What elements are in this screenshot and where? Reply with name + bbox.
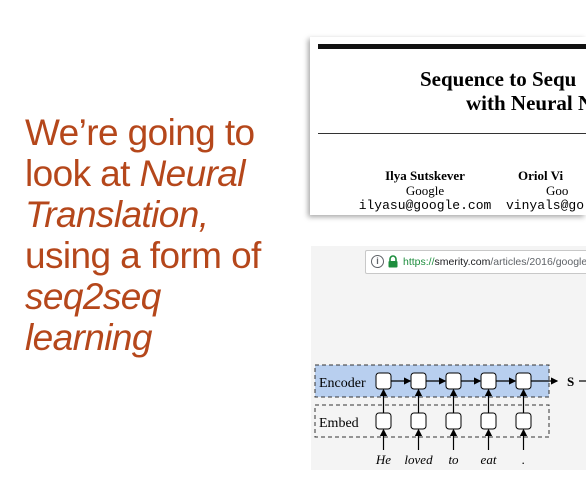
input-words: He loved to eat . (375, 452, 525, 467)
paper-divider (318, 133, 586, 134)
author-name: Ilya Sutskever (385, 168, 465, 183)
embed-label: Embed (319, 416, 359, 431)
author-email: ilyasu@google.com (358, 198, 492, 213)
encoder-cell (445, 372, 462, 390)
slide-line-6: learning (25, 317, 152, 358)
embed-cell (375, 412, 392, 430)
author-name: Oriol Vi (518, 168, 564, 183)
slide-line-2: look at Neural (25, 153, 246, 194)
slide-line-5: seq2seq (25, 276, 161, 317)
author-affiliation: Goo (546, 183, 569, 198)
input-word: He (375, 452, 391, 467)
slide-text-block: We’re going to look at Neural Translatio… (25, 112, 295, 358)
embed-cell (410, 412, 427, 430)
embed-cell (445, 412, 462, 430)
encoder-cell (480, 372, 497, 390)
browser-screenshot: i https://smerity.com/articles/2016/goog… (311, 246, 586, 470)
slide-line-4: using a form of (25, 235, 261, 276)
paper-screenshot: Sequence to Sequ with Neural N Ilya Suts… (310, 37, 586, 215)
encoder-cell (410, 372, 427, 390)
encoder-cell (515, 372, 532, 390)
slide-line-1: We’re going to (25, 112, 255, 153)
author-oriol: Oriol Vi Goo vinyals@go (506, 168, 586, 213)
input-word: . (522, 452, 525, 467)
input-word: to (448, 452, 459, 467)
encoder-label: Encoder (319, 376, 366, 391)
slide-line-3: Translation, (25, 194, 209, 235)
author-email: vinyals@go (506, 198, 585, 213)
encoder-cell (375, 372, 392, 390)
paper-title-line-2: with Neural N (466, 91, 586, 115)
input-word: loved (404, 452, 433, 467)
paper-top-rule (318, 44, 586, 49)
paper-title-line-1: Sequence to Sequ (420, 67, 577, 91)
author-ilya: Ilya Sutskever Google ilyasu@google.com (340, 168, 510, 213)
embed-cell (515, 412, 532, 430)
seq2seq-diagram: Encoder Embed S He loved to eat . (314, 364, 586, 467)
input-word: eat (481, 452, 497, 467)
output-symbol: S (567, 374, 574, 389)
embed-cell (480, 412, 497, 430)
author-affiliation: Google (405, 183, 445, 198)
